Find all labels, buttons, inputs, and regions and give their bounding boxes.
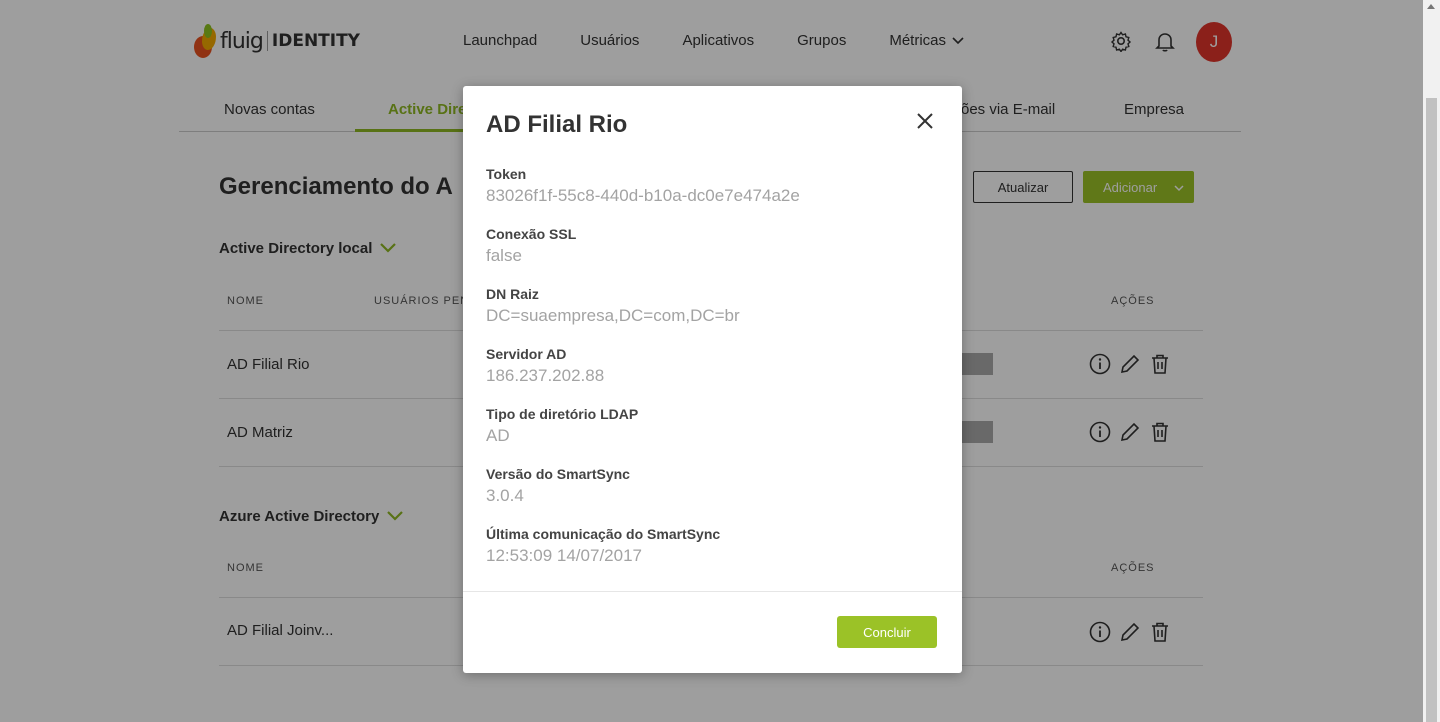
field-label: Versão do SmartSync <box>486 466 630 482</box>
details-modal: AD Filial Rio Token 83026f1f-55c8-440d-b… <box>463 86 962 673</box>
scroll-up-icon[interactable] <box>1427 4 1435 9</box>
field-value: DC=suaempresa,DC=com,DC=br <box>486 306 740 325</box>
field-dn-raiz: DN Raiz DC=suaempresa,DC=com,DC=br <box>486 286 740 327</box>
field-value: AD <box>486 426 510 445</box>
field-value: false <box>486 246 522 265</box>
modal-divider <box>463 591 962 592</box>
field-ldap-type: Tipo de diretório LDAP AD <box>486 406 638 447</box>
scrollbar-thumb[interactable] <box>1426 98 1437 722</box>
field-servidor-ad: Servidor AD 186.237.202.88 <box>486 346 604 387</box>
field-label: Servidor AD <box>486 346 567 362</box>
field-value: 83026f1f-55c8-440d-b10a-dc0e7e474a2e <box>486 186 800 205</box>
modal-title: AD Filial Rio <box>486 111 628 138</box>
field-ssl: Conexão SSL false <box>486 226 576 267</box>
field-value: 3.0.4 <box>486 486 524 505</box>
field-value: 186.237.202.88 <box>486 366 605 385</box>
field-label: Tipo de diretório LDAP <box>486 406 639 422</box>
field-label: Token <box>486 166 527 182</box>
close-icon[interactable] <box>914 110 936 132</box>
field-smartsync-version: Versão do SmartSync 3.0.4 <box>486 466 630 507</box>
field-token: Token 83026f1f-55c8-440d-b10a-dc0e7e474a… <box>486 166 800 207</box>
field-smartsync-last-comm: Última comunicação do SmartSync 12:53:09… <box>486 526 720 567</box>
field-label: Conexão SSL <box>486 226 577 242</box>
field-label: Última comunicação do SmartSync <box>486 526 721 542</box>
field-value: 12:53:09 14/07/2017 <box>486 546 642 565</box>
field-label: DN Raiz <box>486 286 539 302</box>
concluir-button[interactable]: Concluir <box>837 616 937 648</box>
